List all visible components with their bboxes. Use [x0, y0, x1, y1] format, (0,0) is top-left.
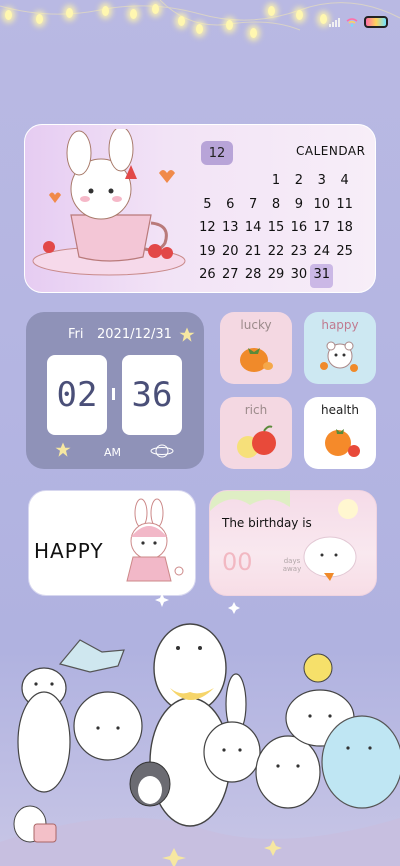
light-bulb — [226, 20, 233, 30]
clock-ampm: AM — [104, 446, 122, 459]
light-bulb — [66, 8, 73, 18]
calendar-day: 8 — [271, 196, 281, 212]
calendar-day: 11 — [336, 196, 353, 212]
persimmon-icon — [240, 348, 273, 372]
calendar-week-row: 5 6 7 8 9 10 11 — [196, 194, 356, 218]
calendar-day: 21 — [244, 243, 262, 259]
birthday-widget[interactable] — [209, 490, 377, 596]
light-bulb — [5, 10, 12, 20]
calendar-grid: 1 2 3 4 5 6 7 8 9 10 11 12 13 14 15 16 1… — [196, 170, 356, 288]
calendar-day: 27 — [222, 267, 239, 282]
calendar-day: 24 — [313, 243, 330, 259]
calendar-day: 17 — [313, 220, 330, 235]
calendar-week-row: 19 20 21 22 23 24 25 — [196, 241, 356, 265]
tile-label: happy — [321, 318, 359, 332]
clock-hours: 02 — [47, 355, 107, 435]
calendar-day — [196, 170, 219, 194]
calendar-day: 10 — [313, 196, 330, 212]
light-bulb — [268, 6, 275, 16]
light-bulb — [296, 10, 303, 20]
calendar-day: 15 — [267, 220, 285, 235]
light-bulb — [36, 14, 43, 24]
calendar-day: 9 — [294, 196, 303, 212]
light-bulb — [250, 28, 257, 38]
calendar-day: 30 — [290, 267, 308, 282]
calendar-day-today: 31 — [310, 264, 334, 288]
wifi-icon — [346, 17, 358, 27]
light-bulb — [178, 16, 185, 26]
tile-happy[interactable]: happy — [304, 312, 376, 384]
calendar-day — [219, 170, 242, 194]
signal-icon — [329, 17, 340, 27]
clock-minutes: 36 — [122, 355, 182, 435]
calendar-week-row: 1 2 3 4 — [196, 170, 356, 194]
calendar-day — [333, 264, 356, 288]
calendar-day: 1 — [271, 173, 281, 188]
bunny-teacup-illustration — [32, 129, 186, 276]
bear-icon — [320, 341, 358, 372]
calendar-day: 22 — [267, 243, 285, 259]
calendar-day: 16 — [290, 220, 308, 235]
calendar-day: 29 — [267, 267, 285, 282]
calendar-day: 7 — [249, 196, 258, 212]
birthday-text: The birthday is — [222, 516, 312, 530]
clouds-decoration — [210, 491, 358, 581]
calendar-day: 14 — [244, 220, 262, 235]
bunny-illustration — [126, 498, 184, 582]
tile-lucky[interactable]: lucky — [220, 312, 292, 384]
calendar-day: 3 — [317, 173, 326, 188]
birthday-countdown: 00 — [222, 548, 253, 576]
tile-health[interactable]: health — [304, 397, 376, 469]
happy-text: HAPPY — [34, 539, 104, 563]
calendar-day: 18 — [336, 220, 353, 235]
tile-rich[interactable]: rich — [220, 397, 292, 469]
calendar-day: 4 — [340, 173, 349, 188]
apple-icon — [237, 425, 276, 458]
calendar-day: 19 — [199, 243, 216, 259]
characters-illustration — [0, 593, 400, 866]
tile-label: rich — [244, 403, 268, 417]
calendar-day: 13 — [222, 220, 239, 235]
orange-icon — [325, 429, 360, 457]
status-bar — [329, 16, 388, 28]
calendar-day: 12 — [199, 220, 216, 235]
calendar-day: 25 — [336, 243, 353, 259]
clock-date: 2021/12/31 — [97, 327, 172, 342]
clock-separator — [112, 388, 115, 400]
clock-weekday: Fri — [68, 327, 84, 342]
calendar-day: 2 — [294, 173, 303, 188]
light-bulb — [102, 6, 109, 16]
calendar-day: 23 — [290, 243, 308, 259]
battery-icon — [364, 16, 388, 28]
planet-icon — [150, 444, 174, 458]
light-bulb — [320, 14, 327, 24]
calendar-day: 5 — [203, 196, 212, 212]
light-bulb — [196, 24, 203, 34]
calendar-week-row: 26 27 28 29 30 31 — [196, 264, 356, 288]
calendar-day: 28 — [244, 267, 262, 282]
tile-label: health — [321, 403, 359, 417]
calendar-month-badge: 12 — [201, 141, 233, 165]
calendar-title: CALENDAR — [296, 144, 366, 158]
star-icon — [179, 327, 195, 342]
light-bulb — [152, 4, 159, 14]
star-icon — [55, 442, 71, 457]
calendar-day: 26 — [199, 267, 216, 282]
calendar-week-row: 12 13 14 15 16 17 18 — [196, 217, 356, 241]
calendar-day: 6 — [226, 196, 235, 212]
tile-label: lucky — [240, 318, 272, 332]
calendar-day — [242, 170, 265, 194]
calendar-day: 20 — [222, 243, 239, 259]
light-bulb — [130, 9, 137, 19]
birthday-unit: days away — [282, 557, 302, 573]
